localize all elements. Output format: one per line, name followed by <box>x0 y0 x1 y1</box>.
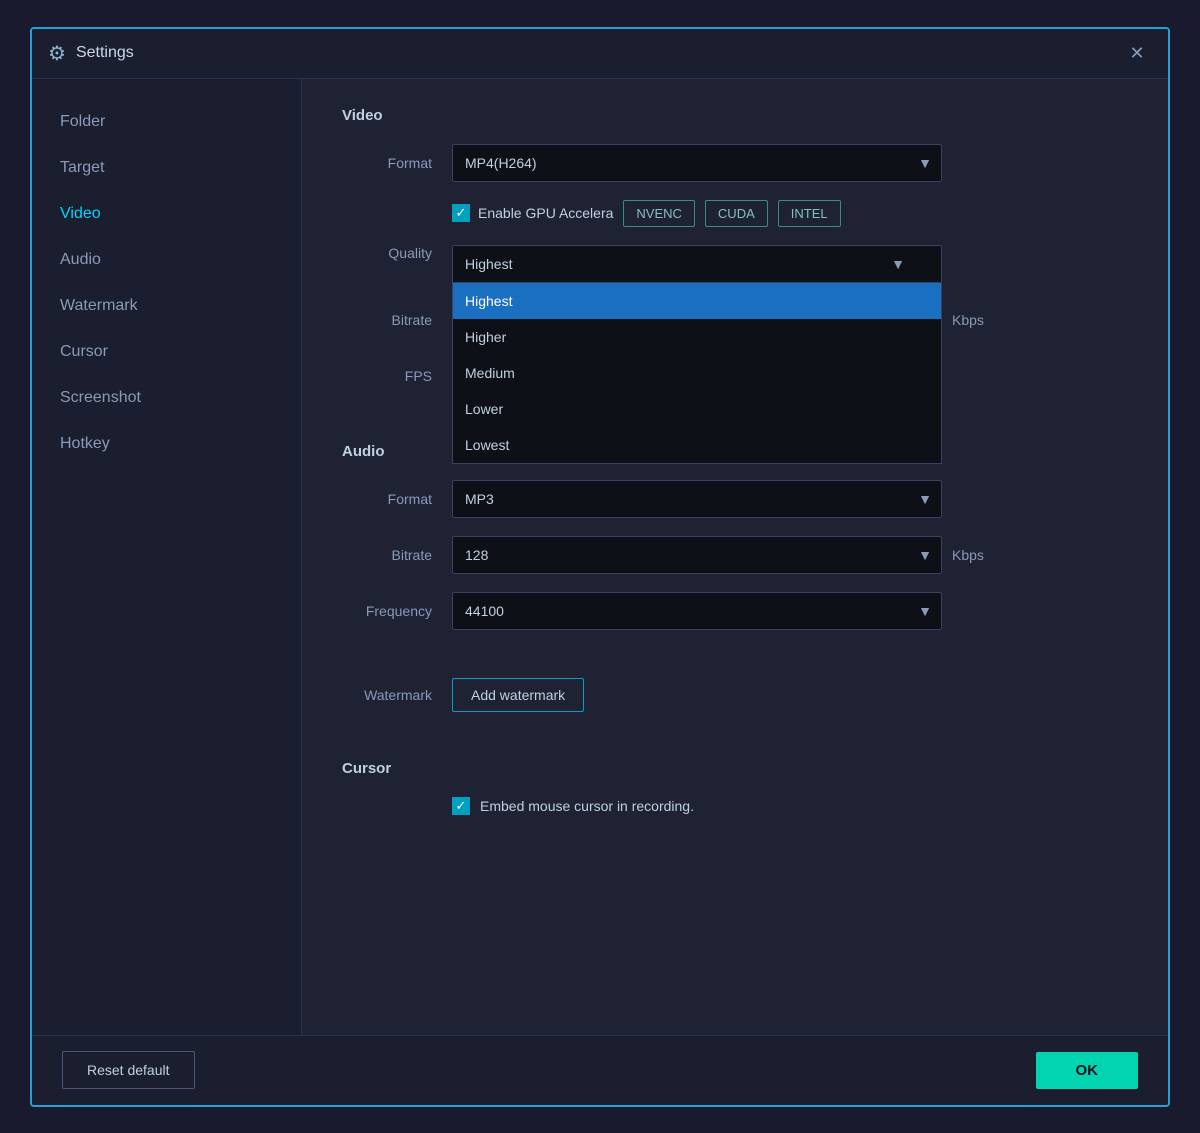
video-bitrate-unit: Kbps <box>952 312 984 328</box>
gpu-checkbox[interactable]: ✓ <box>452 204 470 222</box>
video-format-select[interactable]: MP4(H264) <box>452 144 942 182</box>
sidebar-item-folder[interactable]: Folder <box>32 99 301 145</box>
sidebar-item-cursor[interactable]: Cursor <box>32 329 301 375</box>
cursor-section-title: Cursor <box>342 760 1128 777</box>
watermark-label: Watermark <box>342 687 432 703</box>
audio-bitrate-select[interactable]: 128 <box>452 536 942 574</box>
watermark-row: Watermark Add watermark <box>342 678 1128 712</box>
video-quality-value: Highest <box>465 256 512 272</box>
main-content: Folder Target Video Audio Watermark Curs… <box>32 79 1168 1035</box>
video-section-title: Video <box>342 107 1128 124</box>
audio-frequency-label: Frequency <box>342 603 432 619</box>
gpu-checkbox-wrapper: ✓ Enable GPU Accelera <box>452 204 613 222</box>
audio-format-label: Format <box>342 491 432 507</box>
quality-option-higher[interactable]: Higher <box>453 319 941 355</box>
footer: Reset default OK <box>32 1035 1168 1105</box>
reset-default-button[interactable]: Reset default <box>62 1051 195 1089</box>
video-bitrate-label: Bitrate <box>342 312 432 328</box>
cursor-embed-row: ✓ Embed mouse cursor in recording. <box>452 797 1128 815</box>
window-title: Settings <box>76 44 1122 62</box>
quality-option-medium[interactable]: Medium <box>453 355 941 391</box>
video-format-row: Format MP4(H264) ▼ <box>342 144 1128 182</box>
audio-frequency-row: Frequency 44100 ▼ <box>342 592 1128 630</box>
audio-bitrate-label: Bitrate <box>342 547 432 563</box>
title-bar: ⚙ Settings ✕ <box>32 29 1168 79</box>
add-watermark-button[interactable]: Add watermark <box>452 678 584 712</box>
sidebar-item-hotkey[interactable]: Hotkey <box>32 421 301 467</box>
audio-bitrate-select-wrapper: 128 ▼ <box>452 536 942 574</box>
video-format-label: Format <box>342 155 432 171</box>
gpu-row: ✓ Enable GPU Accelera NVENC CUDA INTEL <box>452 200 1128 227</box>
close-button[interactable]: ✕ <box>1122 38 1152 68</box>
checkmark-icon: ✓ <box>456 205 467 221</box>
quality-option-highest[interactable]: Highest <box>453 283 941 319</box>
nvenc-button[interactable]: NVENC <box>623 200 695 227</box>
audio-frequency-select[interactable]: 44100 <box>452 592 942 630</box>
video-quality-row: Quality Highest ▼ Highest Higher Medium … <box>342 245 1128 283</box>
audio-format-row: Format MP3 ▼ <box>342 480 1128 518</box>
sidebar-item-target[interactable]: Target <box>32 145 301 191</box>
video-quality-arrow-icon: ▼ <box>891 256 905 272</box>
sidebar-item-watermark[interactable]: Watermark <box>32 283 301 329</box>
audio-format-select[interactable]: MP3 <box>452 480 942 518</box>
audio-bitrate-row: Bitrate 128 ▼ Kbps <box>342 536 1128 574</box>
video-fps-label: FPS <box>342 368 432 384</box>
cuda-button[interactable]: CUDA <box>705 200 768 227</box>
settings-window: ⚙ Settings ✕ Folder Target Video Audio W… <box>30 27 1170 1107</box>
video-quality-header[interactable]: Highest ▼ <box>452 245 942 283</box>
cursor-checkmark-icon: ✓ <box>456 798 467 814</box>
ok-button[interactable]: OK <box>1036 1052 1139 1089</box>
video-format-select-wrapper: MP4(H264) ▼ <box>452 144 942 182</box>
cursor-embed-checkbox[interactable]: ✓ <box>452 797 470 815</box>
sidebar-item-audio[interactable]: Audio <box>32 237 301 283</box>
content-area: Video Format MP4(H264) ▼ ✓ Enable GPU Ac <box>302 79 1168 1035</box>
settings-icon: ⚙ <box>48 41 66 66</box>
quality-option-lowest[interactable]: Lowest <box>453 427 941 463</box>
sidebar-item-video[interactable]: Video <box>32 191 301 237</box>
audio-frequency-select-wrapper: 44100 ▼ <box>452 592 942 630</box>
quality-option-lower[interactable]: Lower <box>453 391 941 427</box>
audio-format-select-wrapper: MP3 ▼ <box>452 480 942 518</box>
video-quality-dropdown[interactable]: Highest ▼ Highest Higher Medium Lower Lo… <box>452 245 942 283</box>
cursor-embed-label: Embed mouse cursor in recording. <box>480 798 694 814</box>
sidebar-item-screenshot[interactable]: Screenshot <box>32 375 301 421</box>
audio-bitrate-unit: Kbps <box>952 547 984 563</box>
intel-button[interactable]: INTEL <box>778 200 841 227</box>
video-quality-list: Highest Higher Medium Lower Lowest <box>452 283 942 464</box>
video-quality-label: Quality <box>342 245 432 261</box>
sidebar: Folder Target Video Audio Watermark Curs… <box>32 79 302 1035</box>
gpu-label: Enable GPU Accelera <box>478 205 613 221</box>
